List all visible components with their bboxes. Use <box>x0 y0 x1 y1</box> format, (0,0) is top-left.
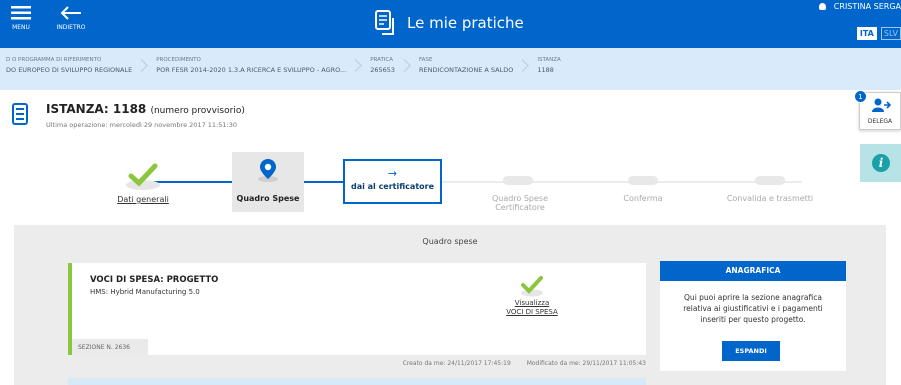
card-heading: VOCI DI SPESA: PROGETTO <box>90 275 219 285</box>
send-to-certifier-button[interactable]: → dai al certificatore <box>343 159 442 204</box>
modified-timestamp: Modificato da me: 29/11/2017 11:05:43 <box>526 360 646 367</box>
istanza-number: ISTANZA: 1188 <box>46 102 147 116</box>
check-icon <box>126 163 160 190</box>
step-placeholder-icon <box>503 176 533 185</box>
step-placeholder-icon <box>628 176 658 185</box>
voci-spesa-card: VOCI DI SPESA: PROGETTO HMS: Hybrid Manu… <box>68 263 646 355</box>
menu-label: MENU <box>12 24 30 31</box>
arrow-left-icon <box>60 6 81 20</box>
check-icon <box>521 276 543 297</box>
user-delegate-icon <box>872 98 892 112</box>
top-bar: MENU INDIETRO Le mie pratiche CRISTINA S… <box>0 0 901 48</box>
breadcrumb-value: RENDICONTAZIONE A SALDO <box>419 66 514 74</box>
breadcrumb-value: POR FESR 2014-2020 1.3.A RICERCA E SVILU… <box>156 66 347 74</box>
page-title-group: Le mie pratiche <box>375 8 524 38</box>
lang-ita[interactable]: ITA <box>856 27 877 40</box>
send-to-certifier-label: dai al certificatore <box>350 182 435 191</box>
user-name-text: CRISTINA SERGA <box>833 2 901 11</box>
stepper-line-done <box>304 181 343 183</box>
anagrafica-text: Qui puoi aprire la sezione anagrafica re… <box>683 293 823 324</box>
view-voci-spesa-link[interactable]: Visualizza VOCI DI SPESA <box>502 275 562 317</box>
istanza-title: ISTANZA: 1188 (numero provvisorio) <box>46 102 245 116</box>
user-icon <box>818 3 826 10</box>
step-quadro-spese[interactable]: Quadro Spese <box>232 152 304 212</box>
breadcrumb-key: D O PROGRAMMA DI RIFERIMENTO <box>6 57 102 63</box>
step-conferma: Conferma <box>623 194 663 203</box>
page-title: Le mie pratiche <box>407 14 524 32</box>
step-label-line1: Quadro Spese <box>491 194 549 203</box>
view-link-line1[interactable]: Visualizza <box>502 299 562 308</box>
step-placeholder-icon <box>755 176 785 185</box>
info-button[interactable]: i <box>860 144 901 182</box>
stepper-line-done <box>150 181 232 183</box>
step-dati-generali[interactable]: Dati generali <box>105 195 181 204</box>
step-convalida-trasmetti: Convalida e trasmetti <box>726 194 814 203</box>
step-label-line2: Certificatore <box>495 203 545 212</box>
anagrafica-title: ANAGRAFICA <box>660 261 846 281</box>
breadcrumb-procedimento[interactable]: PROCEDIMENTO POR FESR 2014-2020 1.3.A RI… <box>150 48 364 90</box>
breadcrumb-key: FASE <box>419 57 433 63</box>
breadcrumb-key: ISTANZA <box>537 57 561 63</box>
section-number: SEZIONE N. 2636 <box>72 339 148 355</box>
espandi-button[interactable]: ESPANDI <box>722 341 780 361</box>
breadcrumb-value: 265653 <box>370 66 396 74</box>
step-quadro-spese-label: Quadro Spese <box>236 194 300 203</box>
created-timestamp: Creato da me: 24/11/2017 17:45:19 <box>402 360 511 367</box>
menu-button[interactable]: MENU <box>8 6 34 31</box>
breadcrumb-value: DO EUROPEO DI SVILUPPO REGIONALE <box>6 66 133 74</box>
view-link-line2[interactable]: VOCI DI SPESA <box>502 308 562 317</box>
last-operation: Ultima operazione: mercoledì 29 novembre… <box>46 121 237 129</box>
map-pin-icon <box>258 159 278 182</box>
back-button[interactable]: INDIETRO <box>53 6 89 31</box>
step-quadro-spese-certificatore: Quadro Spese Certificatore <box>480 194 560 212</box>
anagrafica-box: ANAGRAFICA Qui puoi aprire la sezione an… <box>660 261 846 371</box>
breadcrumb-istanza[interactable]: ISTANZA 1188 <box>531 48 578 90</box>
back-label: INDIETRO <box>56 24 86 31</box>
hamburger-icon <box>11 6 31 20</box>
card-timestamps: Creato da me: 24/11/2017 17:45:19 Modifi… <box>68 360 646 367</box>
project-name: HMS: Hybrid Manufacturing 5.0 <box>90 288 200 296</box>
delega-button[interactable]: 1 DELEGA <box>854 90 901 130</box>
delega-label: DELEGA <box>867 118 893 125</box>
breadcrumb-key: PRATICA <box>370 57 394 63</box>
user-name[interactable]: CRISTINA SERGA <box>818 2 901 11</box>
documents-icon <box>375 10 394 35</box>
breadcrumb: D O PROGRAMMA DI RIFERIMENTO DO EUROPEO … <box>0 48 901 90</box>
stepper-line-future <box>442 181 802 183</box>
istanza-subtitle: (numero provvisorio) <box>150 106 245 116</box>
info-icon: i <box>872 154 890 172</box>
document-icon <box>12 103 28 125</box>
delega-badge: 1 <box>854 90 867 103</box>
breadcrumb-value: 1188 <box>537 66 554 74</box>
breadcrumb-programma[interactable]: D O PROGRAMMA DI RIFERIMENTO DO EUROPEO … <box>0 48 150 90</box>
lang-slv[interactable]: SLV <box>880 27 901 40</box>
language-switcher: ITA SLV <box>856 27 901 40</box>
panel-title: Quadro spese <box>422 237 478 246</box>
arrow-right-icon: → <box>387 167 398 180</box>
breadcrumb-key: PROCEDIMENTO <box>156 57 201 63</box>
breadcrumb-pratica[interactable]: PRATICA 265653 <box>364 48 413 90</box>
breadcrumb-fase[interactable]: FASE RENDICONTAZIONE A SALDO <box>413 48 531 90</box>
quadro-spese-panel: Quadro spese VOCI DI SPESA: PROGETTO HMS… <box>14 225 886 385</box>
next-card-edge <box>68 378 646 385</box>
